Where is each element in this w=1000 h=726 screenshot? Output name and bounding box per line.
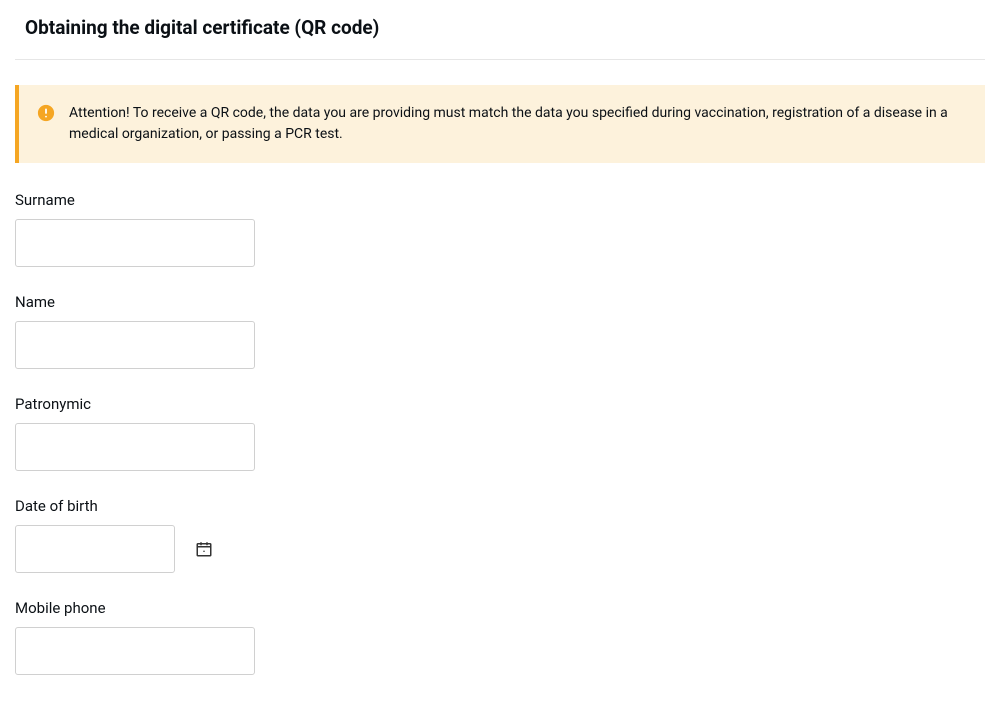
field-name: Name	[15, 293, 985, 369]
calendar-icon[interactable]	[195, 540, 213, 558]
field-surname: Surname	[15, 191, 985, 267]
surname-input[interactable]	[15, 219, 255, 267]
patronymic-input[interactable]	[15, 423, 255, 471]
phone-input[interactable]	[15, 627, 255, 675]
name-label: Name	[15, 293, 985, 311]
phone-label: Mobile phone	[15, 599, 985, 617]
field-dob: Date of birth	[15, 497, 985, 573]
page-title: Obtaining the digital certificate (QR co…	[15, 0, 985, 60]
alert-text: Attention! To receive a QR code, the dat…	[69, 103, 963, 145]
name-input[interactable]	[15, 321, 255, 369]
surname-label: Surname	[15, 191, 985, 209]
field-phone: Mobile phone	[15, 599, 985, 675]
certificate-form: Surname Name Patronymic Date of birth	[15, 191, 985, 675]
dob-input[interactable]	[15, 525, 175, 573]
patronymic-label: Patronymic	[15, 395, 985, 413]
field-patronymic: Patronymic	[15, 395, 985, 471]
dob-label: Date of birth	[15, 497, 985, 515]
warning-icon	[37, 104, 55, 122]
attention-alert: Attention! To receive a QR code, the dat…	[15, 85, 985, 163]
